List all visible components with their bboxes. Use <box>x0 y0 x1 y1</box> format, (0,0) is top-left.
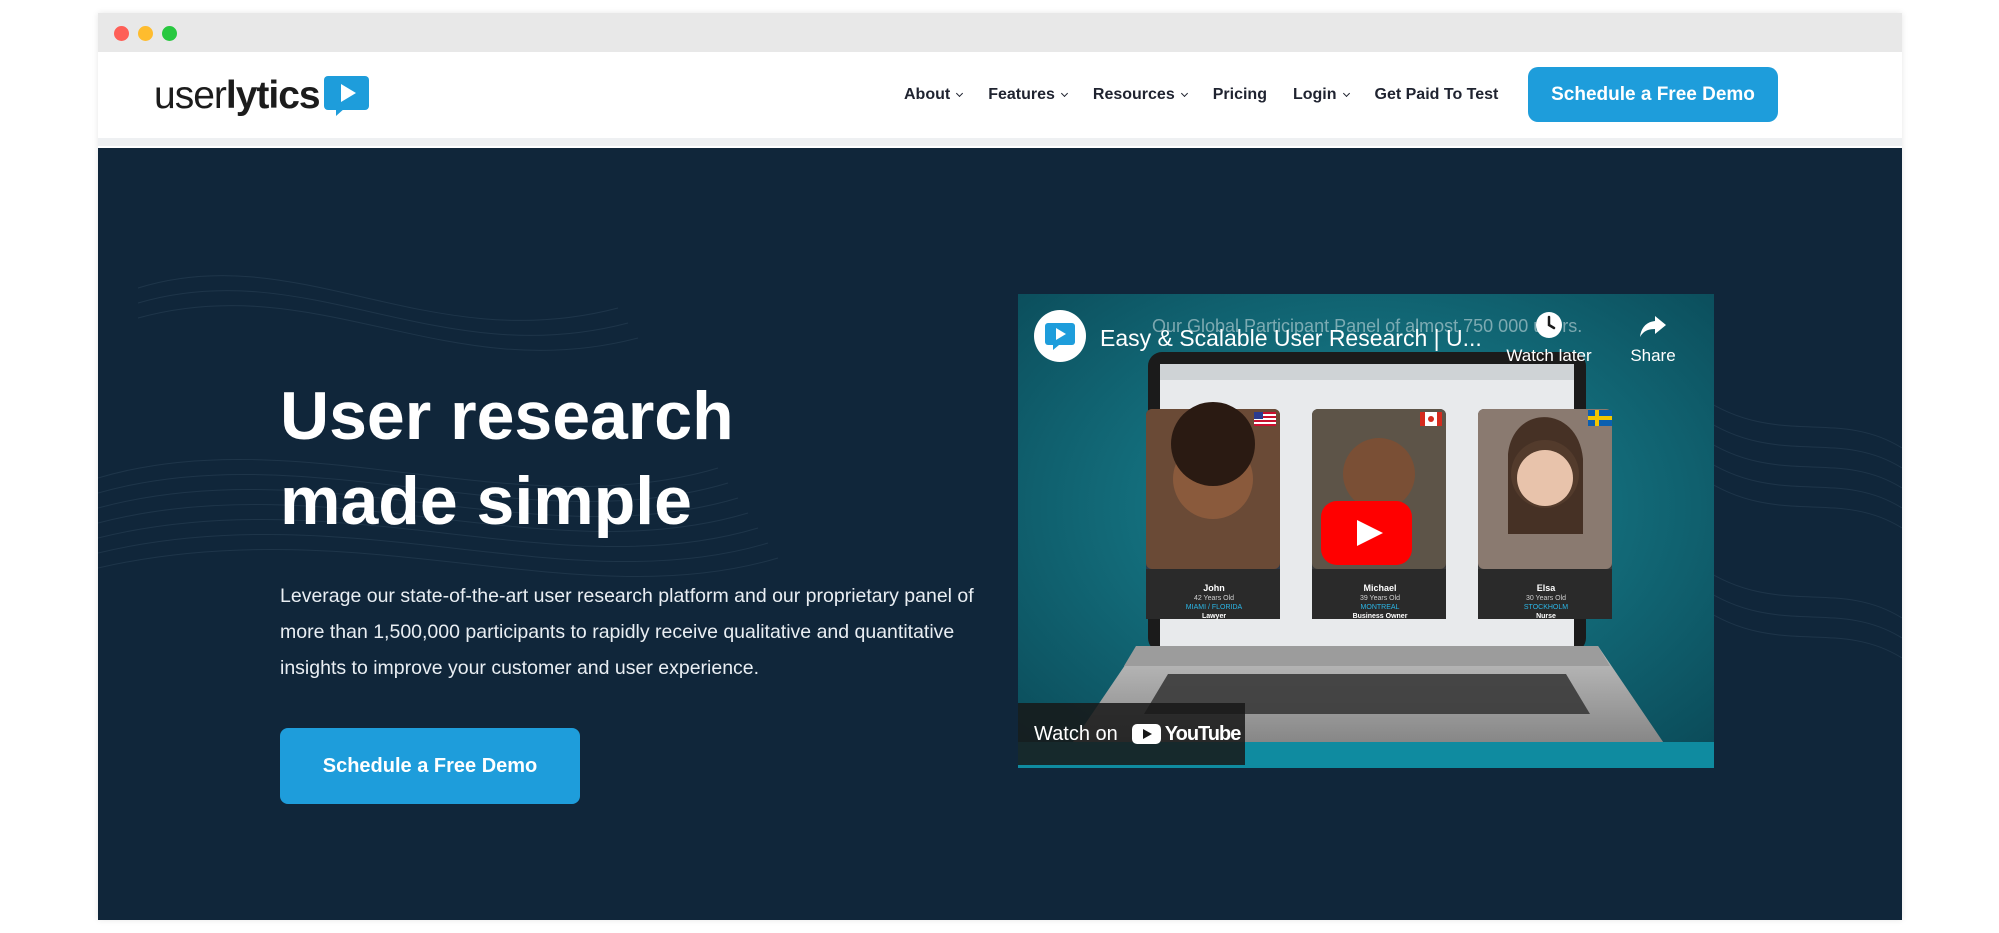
youtube-logo-icon: YouTube <box>1131 723 1241 746</box>
channel-avatar[interactable] <box>1034 310 1086 362</box>
hero-description: Leverage our state-of-the-art user resea… <box>280 585 974 679</box>
participant-age: 42 Years Old <box>1193 595 1235 602</box>
chevron-down-icon <box>1180 89 1188 97</box>
hero-title: User research made simple <box>280 378 734 539</box>
clock-icon <box>1536 312 1562 338</box>
participant-name: John <box>1203 583 1225 593</box>
participant-job: Business Owner <box>1352 613 1408 620</box>
main-nav: About Features Resources Pricing Login G… <box>904 52 1524 138</box>
participant-age: 30 Years Old <box>1525 595 1567 602</box>
participant-city: MIAMI / FLORIDA <box>1185 604 1243 611</box>
close-window-button[interactable] <box>114 26 129 41</box>
watch-on-youtube-button[interactable]: Watch on YouTube <box>1018 703 1245 765</box>
browser-chrome <box>98 13 1902 52</box>
site-header: userlytics About Features Resources Pric… <box>98 52 1902 146</box>
video-title[interactable]: Easy & Scalable User Research | U... <box>1100 325 1482 352</box>
nav-item-about[interactable]: About <box>904 86 964 104</box>
logo-play-icon <box>323 74 369 118</box>
nav-item-get-paid-to-test[interactable]: Get Paid To Test <box>1375 86 1499 104</box>
youtube-video-embed[interactable]: John 42 Years Old MIAMI / FLORIDA Lawyer… <box>1018 294 1714 768</box>
schedule-demo-hero-button[interactable]: Schedule a Free Demo <box>280 728 580 804</box>
nav-item-login[interactable]: Login <box>1293 86 1350 104</box>
participant-job: Nurse <box>1536 613 1556 620</box>
maximize-window-button[interactable] <box>162 26 177 41</box>
schedule-demo-nav-button[interactable]: Schedule a Free Demo <box>1528 67 1778 122</box>
share-arrow-icon <box>1640 316 1666 337</box>
participant-name: Michael <box>1363 583 1397 593</box>
participant-job: Lawyer <box>1201 613 1227 620</box>
share-button[interactable]: Share <box>1608 310 1698 366</box>
chevron-down-icon <box>1060 89 1068 97</box>
participant-age: 39 Years Old <box>1359 595 1401 602</box>
hero-section: User research made simple Leverage our s… <box>98 148 1902 920</box>
chevron-down-icon <box>1342 89 1350 97</box>
participant-city: MONTREAL <box>1360 604 1400 611</box>
logo-wordmark: userlytics <box>154 74 321 117</box>
nav-item-features[interactable]: Features <box>988 86 1068 104</box>
nav-item-pricing[interactable]: Pricing <box>1213 86 1267 104</box>
logo-play-icon <box>1045 323 1075 350</box>
minimize-window-button[interactable] <box>138 26 153 41</box>
nav-item-resources[interactable]: Resources <box>1093 86 1188 104</box>
play-button-icon[interactable] <box>1321 501 1412 565</box>
browser-window: userlytics About Features Resources Pric… <box>98 13 1902 920</box>
participant-city: STOCKHOLM <box>1523 604 1569 611</box>
chevron-down-icon <box>956 89 964 97</box>
userlytics-logo[interactable]: userlytics <box>154 74 369 118</box>
participant-name: Elsa <box>1536 583 1556 593</box>
watch-later-button[interactable]: Watch later <box>1504 310 1594 366</box>
